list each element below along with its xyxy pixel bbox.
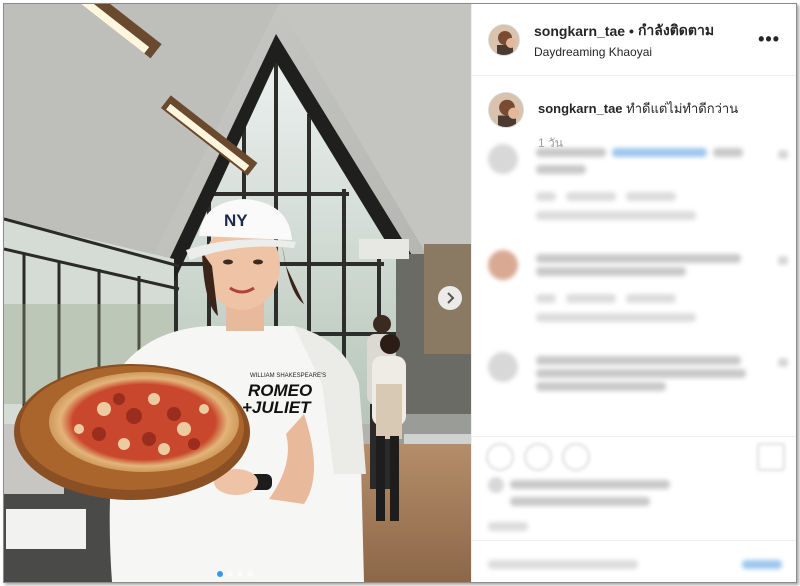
comment-item (488, 250, 788, 326)
save-icon[interactable] (757, 443, 785, 471)
post-header-text: songkarn_tae • กำลังติดตาม Daydreaming K… (534, 20, 754, 59)
post-action-bar (472, 436, 796, 477)
commenter-avatar[interactable] (488, 250, 518, 280)
caption-username[interactable]: songkarn_tae (538, 101, 623, 116)
avatar[interactable] (488, 92, 524, 128)
avatar-image (489, 24, 519, 55)
comment-item (488, 144, 788, 224)
username-link[interactable]: songkarn_tae (534, 23, 625, 39)
like-comment-icon[interactable] (778, 150, 788, 159)
avatar-image (489, 93, 523, 127)
comment-body (536, 250, 788, 326)
like-comment-icon[interactable] (778, 358, 788, 367)
comment-body (536, 144, 788, 224)
comment-item (488, 352, 788, 395)
like-comment-icon[interactable] (778, 256, 788, 265)
cap-logo: NY (224, 211, 248, 230)
likes-summary (488, 476, 783, 535)
caption-body: songkarn_tae ทำดีแต่ไม่ทำดีกว่าน (538, 92, 782, 128)
following-button[interactable]: กำลังติดตาม (638, 20, 714, 42)
slide-dot (217, 571, 223, 577)
instagram-post-window: NY WILLIAM SHAKESPEARE'S ROMEO +JULIET s… (3, 3, 797, 583)
comments-list (488, 144, 788, 437)
header-user-line: songkarn_tae • กำลังติดตาม (534, 20, 754, 42)
photo-scene: NY WILLIAM SHAKESPEARE'S ROMEO +JULIET (4, 4, 471, 582)
chevron-right-icon (447, 292, 455, 304)
slide-indicator (217, 571, 253, 577)
caption: songkarn_tae ทำดีแต่ไม่ทำดีกว่าน (472, 76, 796, 128)
comment-body (536, 352, 788, 395)
commenter-avatar[interactable] (488, 144, 518, 174)
next-slide-button[interactable] (438, 286, 462, 310)
post-header: songkarn_tae • กำลังติดตาม Daydreaming K… (472, 4, 796, 76)
location-link[interactable]: Daydreaming Khaoyai (534, 45, 754, 59)
comment-icon[interactable] (524, 443, 552, 471)
separator-dot: • (629, 23, 634, 39)
add-comment-bar[interactable] (472, 540, 796, 582)
shirt-print-line2: +JULIET (242, 398, 312, 417)
shirt-print-small: WILLIAM SHAKESPEARE'S (250, 373, 326, 379)
commenter-avatar[interactable] (488, 352, 518, 382)
post-photo[interactable]: NY WILLIAM SHAKESPEARE'S ROMEO +JULIET (4, 4, 471, 582)
slide-dot (247, 571, 253, 577)
more-options-icon[interactable]: ••• (754, 29, 784, 50)
slide-dot (227, 571, 233, 577)
caption-text: ทำดีแต่ไม่ทำดีกว่าน (626, 101, 739, 116)
share-icon[interactable] (562, 443, 590, 471)
post-details-panel: songkarn_tae • กำลังติดตาม Daydreaming K… (471, 4, 796, 582)
like-icon[interactable] (486, 443, 514, 471)
slide-dot (237, 571, 243, 577)
avatar[interactable] (488, 23, 520, 56)
